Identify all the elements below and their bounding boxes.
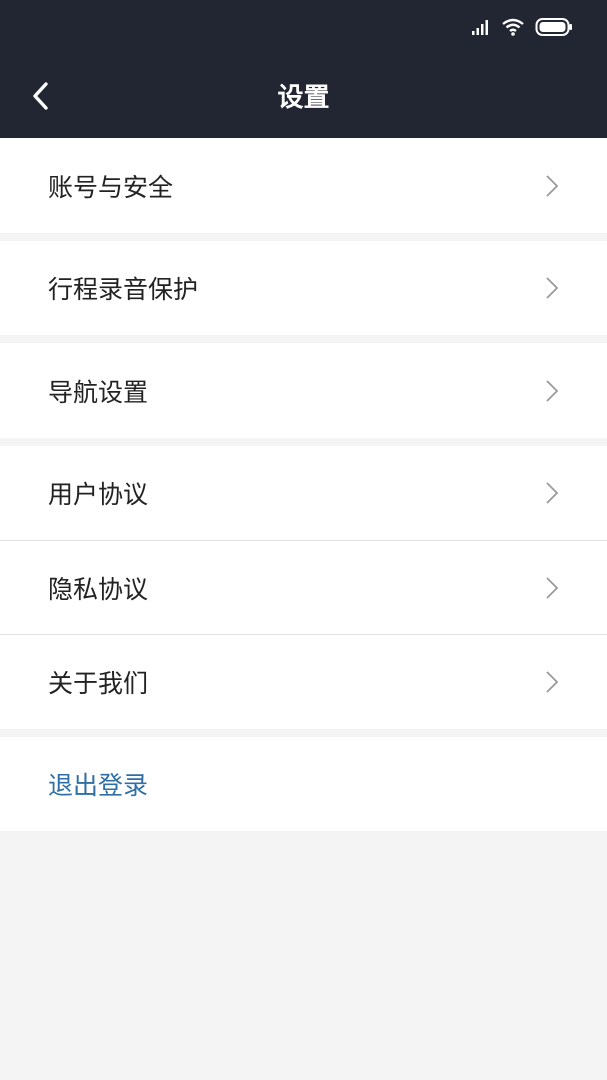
logout-button[interactable]: 退出登录 bbox=[0, 737, 607, 831]
chevron-right-icon bbox=[546, 482, 559, 504]
settings-item-label: 账号与安全 bbox=[48, 172, 174, 202]
chevron-right-icon bbox=[546, 277, 559, 299]
settings-item-account-security[interactable]: 账号与安全 bbox=[0, 138, 607, 233]
signal-icon bbox=[472, 20, 488, 35]
wifi-icon bbox=[502, 18, 524, 36]
settings-item-user-agreement[interactable]: 用户协议 bbox=[0, 446, 607, 540]
app-header: 设置 bbox=[0, 0, 607, 138]
chevron-right-icon bbox=[546, 174, 559, 197]
settings-item-label: 行程录音保护 bbox=[48, 275, 199, 304]
settings-item-navigation[interactable]: 导航设置 bbox=[0, 343, 607, 438]
settings-item-label: 关于我们 bbox=[48, 669, 149, 698]
page-title: 设置 bbox=[277, 83, 330, 113]
battery-icon bbox=[535, 18, 572, 36]
logout-label: 退出登录 bbox=[48, 771, 149, 800]
settings-item-label: 隐私协议 bbox=[48, 574, 149, 604]
settings-item-privacy-agreement[interactable]: 隐私协议 bbox=[0, 541, 607, 634]
status-bar bbox=[471, 14, 573, 40]
settings-item-label: 用户协议 bbox=[48, 480, 149, 509]
chevron-right-icon bbox=[546, 576, 559, 599]
settings-item-about-us[interactable]: 关于我们 bbox=[0, 635, 607, 729]
chevron-right-icon bbox=[546, 379, 559, 402]
settings-item-trip-recording[interactable]: 行程录音保护 bbox=[0, 241, 607, 335]
chevron-right-icon bbox=[546, 671, 559, 693]
settings-item-label: 导航设置 bbox=[48, 377, 149, 407]
